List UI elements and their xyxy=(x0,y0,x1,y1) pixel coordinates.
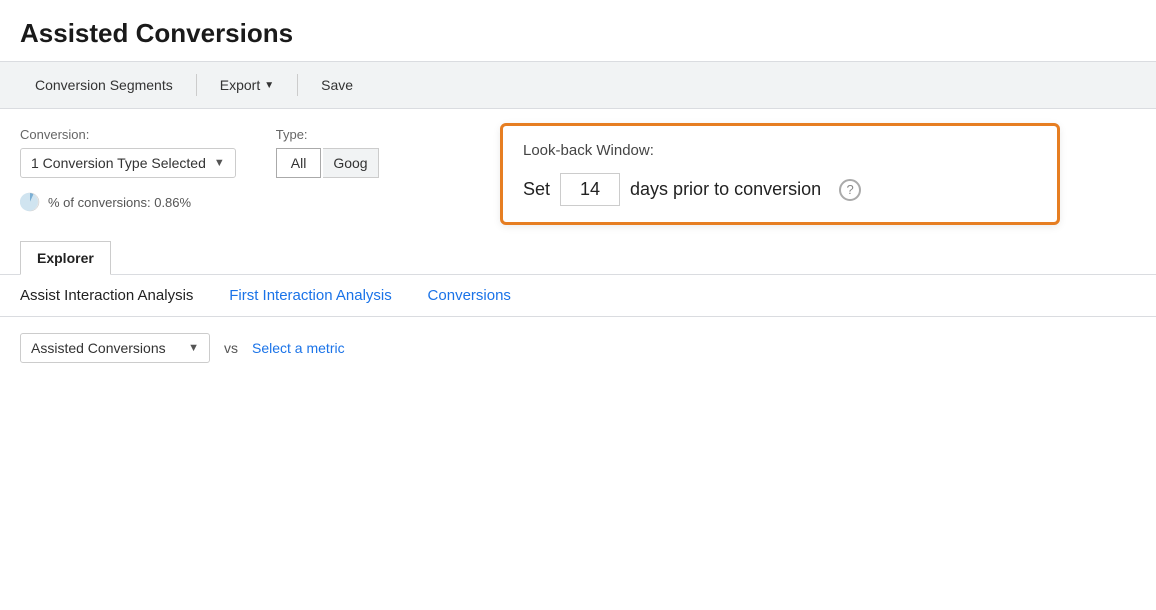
conversion-select-arrow: ▼ xyxy=(214,157,225,169)
select-metric-link[interactable]: Select a metric xyxy=(252,340,345,356)
conversion-info: % of conversions: 0.86% xyxy=(20,192,236,212)
lookback-help-icon[interactable]: ? xyxy=(839,179,861,201)
conversion-selected-text: 1 Conversion Type Selected xyxy=(31,155,206,171)
vs-label: vs xyxy=(224,340,238,356)
metric-row: Assisted Conversions ▼ vs Select a metri… xyxy=(0,317,1156,379)
first-interaction-link[interactable]: First Interaction Analysis xyxy=(229,287,412,304)
export-label: Export xyxy=(220,77,260,93)
metric-select[interactable]: Assisted Conversions ▼ xyxy=(20,333,210,363)
type-all-button[interactable]: All xyxy=(276,148,322,178)
analysis-row: Assist Interaction Analysis First Intera… xyxy=(0,274,1156,317)
export-button[interactable]: Export ▼ xyxy=(205,70,289,100)
lookback-window-box: Look-back Window: Set days prior to conv… xyxy=(500,123,1060,225)
separator-2 xyxy=(416,288,424,304)
lookback-row: Set days prior to conversion ? xyxy=(523,173,1037,206)
type-label: Type: xyxy=(276,127,379,142)
toolbar-divider xyxy=(196,74,197,96)
conversion-select[interactable]: 1 Conversion Type Selected ▼ xyxy=(20,148,236,178)
toolbar-divider-2 xyxy=(297,74,298,96)
type-buttons: All Goog xyxy=(276,148,379,178)
assist-interaction-link[interactable]: Assist Interaction Analysis xyxy=(20,287,213,304)
metric-select-arrow: ▼ xyxy=(188,342,199,354)
conversion-filter-group: Conversion: 1 Conversion Type Selected ▼… xyxy=(20,127,236,212)
type-filter-group: Type: All Goog xyxy=(276,127,379,178)
toolbar: Conversion Segments Export ▼ Save xyxy=(0,61,1156,109)
lookback-set-label: Set xyxy=(523,179,550,200)
save-button[interactable]: Save xyxy=(306,70,368,100)
lookback-days-input[interactable] xyxy=(560,173,620,206)
explorer-tabs: Explorer xyxy=(0,222,1156,274)
filter-row: Conversion: 1 Conversion Type Selected ▼… xyxy=(0,109,1156,222)
metric-selected-text: Assisted Conversions xyxy=(31,340,180,356)
tab-explorer[interactable]: Explorer xyxy=(20,241,111,275)
page-title: Assisted Conversions xyxy=(20,18,1136,49)
conversion-segments-button[interactable]: Conversion Segments xyxy=(20,70,188,100)
conversion-pct-text: % of conversions: 0.86% xyxy=(48,195,191,210)
pie-chart-icon xyxy=(20,192,40,212)
conversion-label: Conversion: xyxy=(20,127,236,142)
conversions-link[interactable]: Conversions xyxy=(428,287,531,304)
lookback-days-suffix: days prior to conversion xyxy=(630,179,821,200)
lookback-title: Look-back Window: xyxy=(523,142,1037,159)
page-header: Assisted Conversions xyxy=(0,0,1156,61)
type-google-button[interactable]: Goog xyxy=(323,148,378,178)
separator-1 xyxy=(217,288,225,304)
export-dropdown-arrow: ▼ xyxy=(264,80,274,91)
